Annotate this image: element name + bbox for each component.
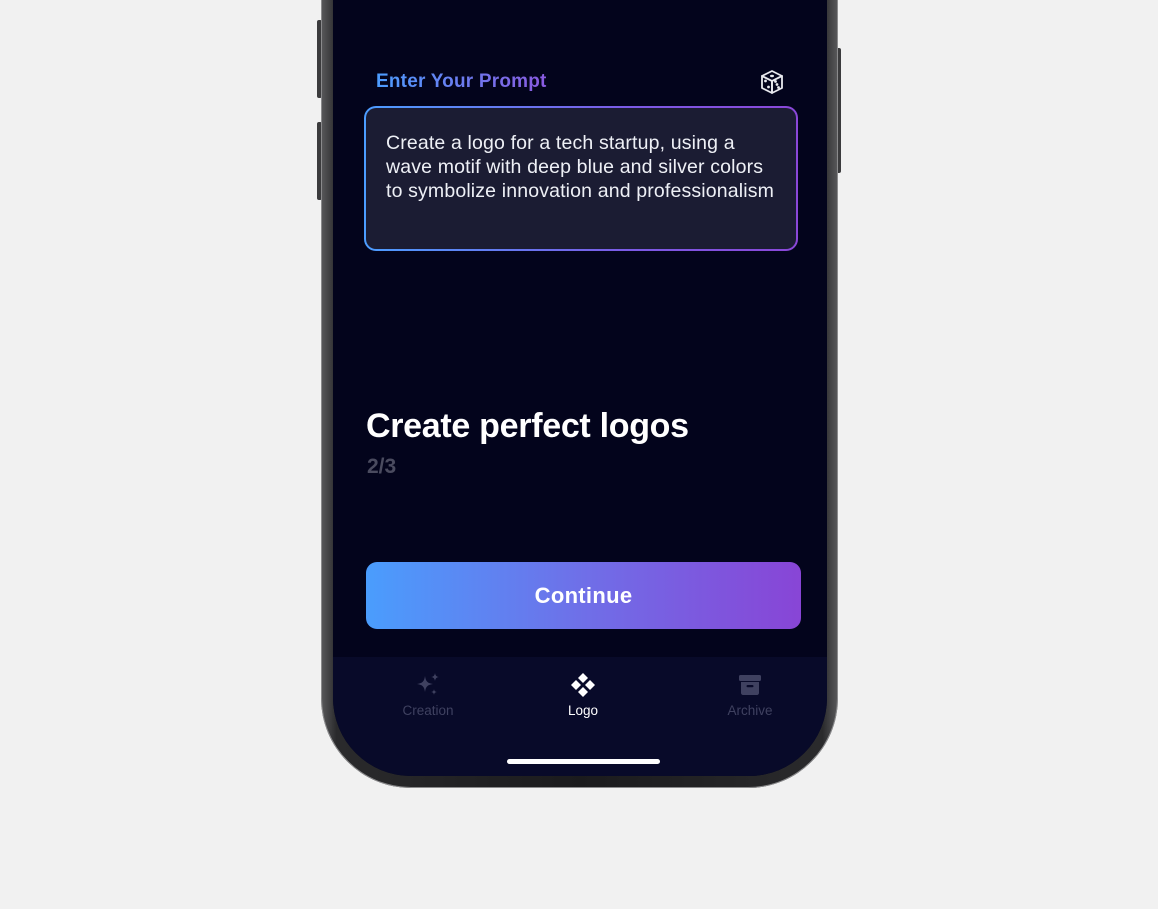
- sparkles-icon: [417, 673, 439, 695]
- archive-box-icon: [739, 675, 761, 695]
- home-indicator: [507, 759, 660, 764]
- prompt-input[interactable]: Create a logo for a tech startup, using …: [366, 108, 796, 249]
- phone-screen: Enter Your Prompt Create a logo for a te…: [333, 0, 827, 776]
- dice-icon[interactable]: [759, 69, 785, 95]
- tab-creation-label: Creation: [402, 703, 454, 718]
- tab-logo[interactable]: Logo: [523, 671, 643, 731]
- tab-archive-label: Archive: [727, 703, 773, 718]
- logo-diamond-icon: [571, 673, 595, 697]
- prompt-label: Enter Your Prompt: [376, 71, 547, 92]
- continue-button[interactable]: Continue: [366, 562, 801, 629]
- tab-archive[interactable]: Archive: [690, 671, 810, 731]
- prompt-input-border: Create a logo for a tech startup, using …: [364, 106, 798, 251]
- tab-logo-label: Logo: [567, 703, 599, 718]
- step-counter: 2/3: [367, 455, 397, 478]
- onboarding-headline: Create perfect logos: [366, 407, 689, 445]
- tab-creation[interactable]: Creation: [368, 671, 488, 731]
- stage: Enter Your Prompt Create a logo for a te…: [0, 0, 1158, 909]
